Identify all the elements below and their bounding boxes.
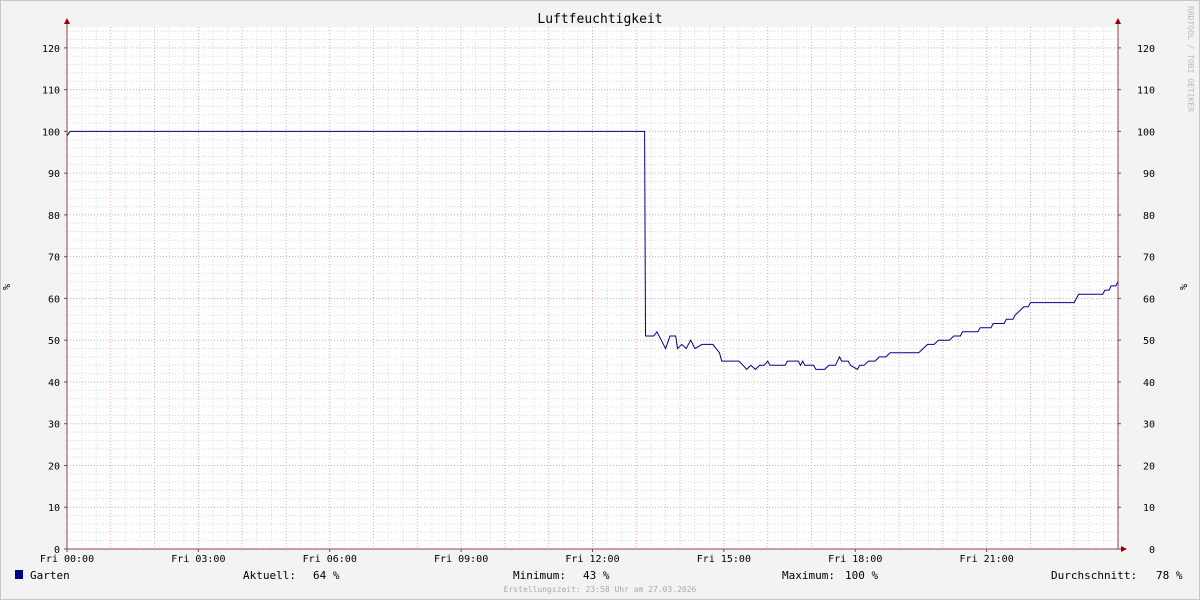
y-tick-label-left: 120 — [42, 44, 60, 55]
x-tick-label: Fri 15:00 — [697, 554, 751, 565]
x-tick-label: Fri 12:00 — [565, 554, 619, 565]
y-tick-label-left: 30 — [48, 420, 60, 431]
y-tick-label-left: 20 — [48, 461, 60, 472]
y-tick-label-right: 30 — [1143, 420, 1155, 431]
y-tick-label-right: 70 — [1143, 253, 1155, 264]
legend-current-value: 64 % — [313, 569, 340, 582]
y-tick-label-left: 10 — [48, 503, 60, 514]
y-axis-arrow-right — [1115, 18, 1121, 24]
legend-current-label: Aktuell: — [243, 569, 296, 582]
humidity-chart: 0 010 1020 2030 3040 4050 5060 6070 7080 8090 9010… — [2, 6, 1195, 594]
legend-swatch — [15, 570, 23, 579]
y-axis-label-left: % — [2, 284, 13, 290]
legend-min-value: 43 % — [583, 569, 610, 582]
y-tick-label-right: 60 — [1143, 294, 1155, 305]
y-tick-label-right: 0 — [1149, 545, 1155, 556]
y-tick-label-left: 40 — [48, 378, 60, 389]
footer-timestamp: Erstellungszeit: 23:58 Uhr am 27.03.2026 — [504, 585, 697, 594]
legend-avg-label: Durchschnitt: — [1051, 569, 1137, 582]
y-tick-label-right: 80 — [1143, 211, 1155, 222]
legend-min-label: Minimum: — [513, 569, 566, 582]
x-tick-label: Fri 18:00 — [828, 554, 882, 565]
y-tick-label-left: 100 — [42, 127, 60, 138]
y-tick-label-left: 90 — [48, 169, 60, 180]
y-tick-label-left: 110 — [42, 86, 60, 97]
y-tick-label-right: 10 — [1143, 503, 1155, 514]
y-tick-label-right: 90 — [1143, 169, 1155, 180]
y-axis-arrow-left — [64, 18, 70, 24]
legend-series-name: Garten — [30, 569, 70, 582]
x-tick-label: Fri 00:00 — [40, 554, 94, 565]
y-tick-label-right: 40 — [1143, 378, 1155, 389]
x-axis-arrow — [1121, 546, 1127, 552]
y-tick-label-right: 50 — [1143, 336, 1155, 347]
y-tick-label-right: 20 — [1143, 461, 1155, 472]
rrdtool-watermark: RRDTOOL / TOBI OETIKER — [1186, 6, 1195, 112]
legend-avg-value: 78 % — [1156, 569, 1183, 582]
y-tick-label-right: 120 — [1137, 44, 1155, 55]
y-tick-label-left: 50 — [48, 336, 60, 347]
x-tick-label: Fri 21:00 — [960, 554, 1014, 565]
legend-max-label: Maximum: — [782, 569, 835, 582]
y-tick-label-right: 110 — [1137, 86, 1155, 97]
y-tick-label-right: 100 — [1137, 127, 1155, 138]
y-axis-label-right: % — [1177, 284, 1188, 290]
y-tick-label-left: 70 — [48, 253, 60, 264]
chart-title: Luftfeuchtigkeit — [537, 12, 662, 27]
x-tick-label: Fri 09:00 — [434, 554, 488, 565]
y-tick-label-left: 80 — [48, 211, 60, 222]
x-tick-label: Fri 06:00 — [303, 554, 357, 565]
y-tick-label-left: 60 — [48, 294, 60, 305]
x-tick-label: Fri 03:00 — [171, 554, 225, 565]
legend-max-value: 100 % — [845, 569, 878, 582]
